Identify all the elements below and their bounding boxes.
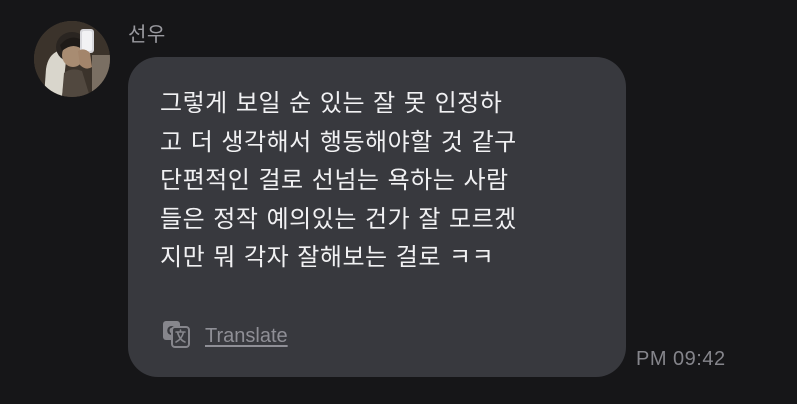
message-bubble[interactable]: 그렇게 보일 순 있는 잘 못 인정하 고 더 생각해서 행동해야할 것 같구 … xyxy=(128,57,626,377)
message-timestamp: PM 09:42 xyxy=(636,348,726,370)
translate-link[interactable]: Translate xyxy=(205,325,288,348)
sender-name: 선우 xyxy=(128,22,166,46)
translate-button[interactable]: G Translate xyxy=(161,319,288,353)
translate-icon[interactable]: G xyxy=(161,319,191,353)
message-text: 그렇게 보일 순 있는 잘 못 인정하 고 더 생각해서 행동해야할 것 같구 … xyxy=(160,89,517,271)
avatar[interactable] xyxy=(34,21,110,97)
profile-photo-icon xyxy=(34,21,110,97)
